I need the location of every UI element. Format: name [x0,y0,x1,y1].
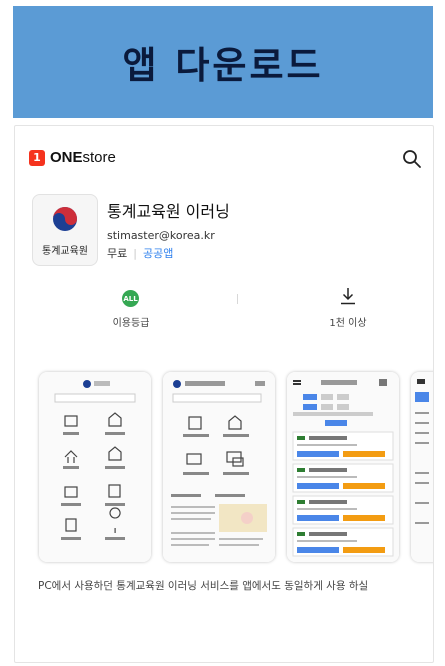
screenshot-2[interactable] [163,372,275,562]
app-download-banner: 앱 다운로드 [13,6,433,118]
app-icon-label: 통계교육원 [42,246,88,257]
screenshot-2-mockup [163,372,275,562]
store-name-bold: ONE [50,149,83,166]
store-name: ONEstore [50,149,116,166]
price-label: 무료 [107,247,128,260]
stat-divider [237,294,238,304]
screenshot-4[interactable] [411,372,433,562]
meta-separator: | [133,246,137,260]
rating-label: 이용등급 [112,318,150,329]
downloads-count: 1천 이상 [329,318,367,329]
screenshot-4-mockup [411,372,433,562]
category-link[interactable]: 공공앱 [143,245,173,261]
screenshot-1-mockup [39,372,151,562]
developer-email[interactable]: stimaster@korea.kr [107,229,215,242]
banner-title: 앱 다운로드 [122,44,324,87]
onestore-app-page: 1 ONEstore 통계교육원 통계교육원 이러닝 stimaster@kor… [14,125,434,663]
rating-all-badge: ALL [122,290,139,307]
screenshot-carousel[interactable] [39,372,433,562]
store-header[interactable]: 1 ONEstore [29,149,116,166]
app-description: PC에서 사용하던 통계교육원 이러닝 서비스를 앱에서도 동일하게 사용 하실 [38,580,369,592]
taegeuk-logo-icon [53,207,77,231]
search-icon[interactable] [401,148,423,170]
app-title: 통계교육원 이러닝 [107,202,230,221]
app-icon[interactable]: 통계교육원 [32,194,98,266]
download-icon [341,288,355,305]
store-name-rest: store [82,149,116,166]
screenshot-3[interactable] [287,372,399,562]
screenshot-3-mockup [287,372,399,562]
screenshot-1[interactable] [39,372,151,562]
onestore-logo-icon: 1 [29,149,45,166]
app-meta: 무료 | 공공앱 [107,245,173,261]
